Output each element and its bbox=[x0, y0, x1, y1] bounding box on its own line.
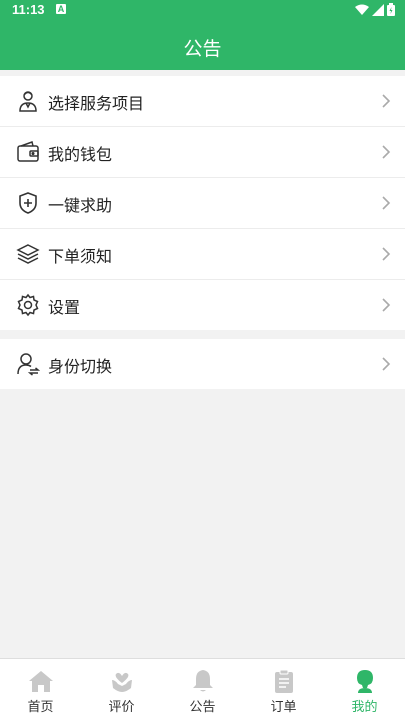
notification-icon: A bbox=[56, 4, 66, 14]
tab-label: 公告 bbox=[189, 700, 216, 715]
layers-icon bbox=[16, 244, 40, 264]
bell-icon bbox=[192, 670, 213, 692]
profile-icon bbox=[356, 670, 373, 693]
menu-item-order-notice[interactable]: 下单须知 bbox=[0, 229, 405, 280]
chevron-right-icon bbox=[382, 247, 391, 261]
menu-label: 选择服务项目 bbox=[48, 94, 145, 113]
menu-item-settings[interactable]: 设置 bbox=[0, 280, 405, 330]
heart-hands-icon bbox=[111, 672, 132, 692]
chevron-right-icon bbox=[382, 196, 391, 210]
shield-plus-icon bbox=[19, 192, 37, 214]
tab-label: 评价 bbox=[108, 700, 135, 715]
tab-label: 我的 bbox=[351, 700, 378, 715]
menu-label: 身份切换 bbox=[48, 357, 113, 376]
status-bar: 11:13 A bbox=[0, 0, 405, 20]
home-icon bbox=[28, 671, 53, 692]
tab-profile[interactable]: 我的 bbox=[324, 659, 405, 721]
menu-label: 一键求助 bbox=[48, 196, 113, 215]
chevron-right-icon bbox=[382, 298, 391, 312]
tab-reviews[interactable]: 评价 bbox=[81, 659, 162, 721]
secondary-menu: 身份切换 bbox=[0, 339, 405, 389]
clipboard-icon bbox=[274, 669, 293, 693]
menu-label: 设置 bbox=[48, 298, 81, 317]
tab-label: 订单 bbox=[270, 700, 297, 715]
status-time: 11:13 bbox=[12, 2, 45, 17]
main-menu: 选择服务项目 我的钱包 一键求助 下单须知 设置 bbox=[0, 76, 405, 330]
signal-icon bbox=[372, 3, 384, 16]
tab-announcements[interactable]: 公告 bbox=[162, 659, 243, 721]
user-switch-icon bbox=[17, 353, 40, 376]
status-indicators bbox=[355, 3, 395, 16]
menu-item-identity-switch[interactable]: 身份切换 bbox=[0, 339, 405, 389]
menu-item-service[interactable]: 选择服务项目 bbox=[0, 76, 405, 127]
app-header: 11:13 A 公告 bbox=[0, 0, 405, 70]
tab-label: 首页 bbox=[27, 700, 54, 715]
menu-label: 下单须知 bbox=[48, 247, 113, 266]
page-title: 公告 bbox=[183, 38, 222, 60]
battery-icon bbox=[387, 3, 395, 16]
tab-home[interactable]: 首页 bbox=[0, 659, 81, 721]
wifi-icon bbox=[355, 4, 369, 15]
menu-item-wallet[interactable]: 我的钱包 bbox=[0, 127, 405, 178]
menu-label: 我的钱包 bbox=[48, 145, 113, 164]
wallet-icon bbox=[17, 141, 39, 162]
menu-item-help[interactable]: 一键求助 bbox=[0, 178, 405, 229]
chevron-right-icon bbox=[382, 357, 391, 371]
chevron-right-icon bbox=[382, 94, 391, 108]
chevron-right-icon bbox=[382, 145, 391, 159]
service-person-icon bbox=[19, 91, 37, 112]
tab-orders[interactable]: 订单 bbox=[243, 659, 324, 721]
bottom-tab-bar: 首页 评价 公告 订单 我的 bbox=[0, 658, 405, 721]
gear-icon bbox=[17, 293, 39, 317]
